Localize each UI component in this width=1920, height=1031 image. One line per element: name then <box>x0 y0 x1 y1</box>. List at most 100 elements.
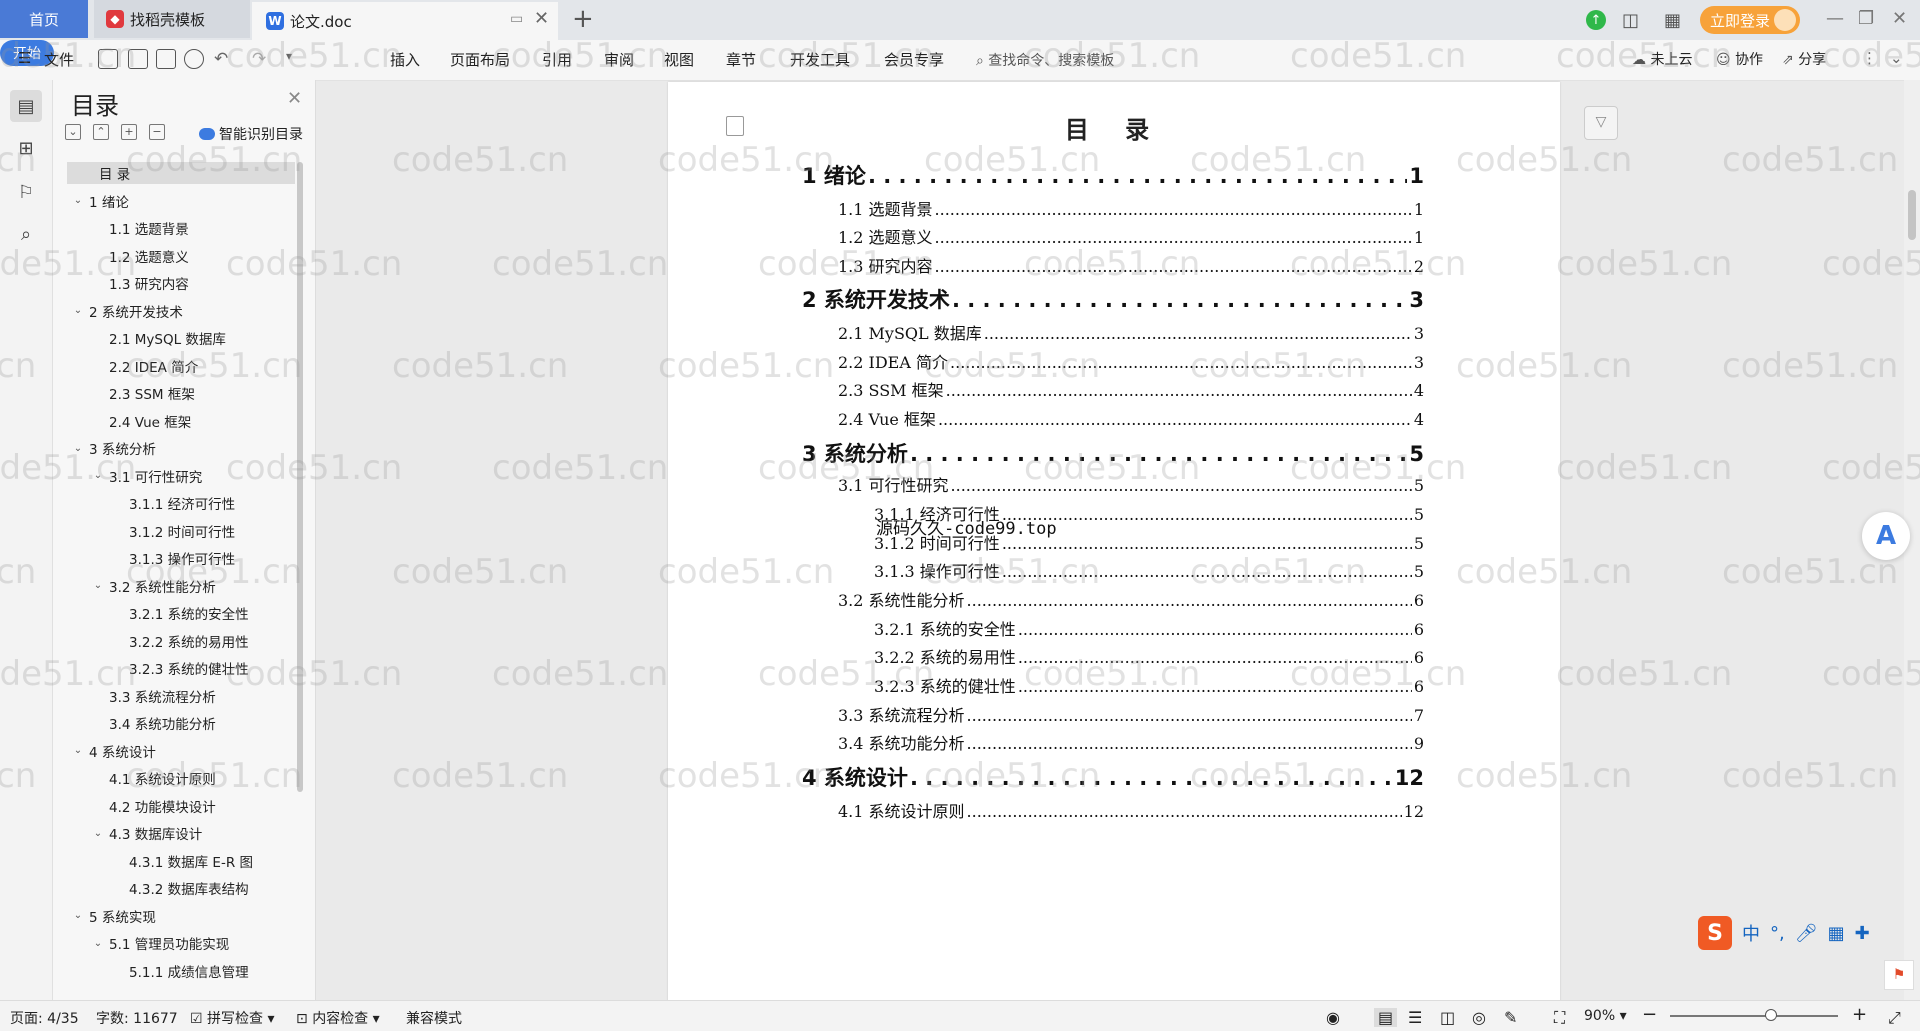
zoom-in-icon[interactable]: + <box>1852 1004 1867 1025</box>
sogou-icon[interactable]: S <box>1698 916 1732 950</box>
toc-entry[interactable]: 1.3 研究内容 2 <box>838 253 1424 277</box>
toc-item[interactable]: 4.2 功能模块设计 <box>67 795 295 817</box>
remove-heading-icon[interactable]: − <box>149 124 165 140</box>
reading-view-icon[interactable]: ◫ <box>1440 1008 1455 1027</box>
punctuation-icon[interactable]: °, <box>1770 923 1785 944</box>
toc-item[interactable]: 4.3.2 数据库表结构 <box>67 877 295 899</box>
toc-item[interactable]: 4.1 系统设计原则 <box>67 767 295 789</box>
toc-entry[interactable]: 3.2.1 系统的安全性 6 <box>874 616 1424 640</box>
toc-item[interactable]: ⌄ 2 系统开发技术 <box>67 300 295 322</box>
close-tab-icon[interactable]: ✕ <box>534 8 549 29</box>
ai-assistant-button[interactable]: A <box>1862 512 1910 560</box>
toc-item[interactable]: 1.3 研究内容 <box>67 272 295 294</box>
toc-entry[interactable]: 3.3 系统流程分析 7 <box>838 702 1424 726</box>
scroll-thumb[interactable] <box>1908 190 1916 240</box>
ribbon-tab-member[interactable]: 会员专享 <box>884 49 944 70</box>
document-page[interactable]: 目 录 1 绪论 1 1.1 选题背景 1 1.2 选题意义 1 1.3 研究内容 2 2 系统… <box>668 82 1560 1002</box>
toc-entry[interactable]: 4 系统设计 12 <box>802 762 1424 792</box>
toc-item[interactable]: 1.1 选题背景 <box>67 217 295 239</box>
toc-item[interactable]: ⌄ 3 系统分析 <box>67 437 295 459</box>
write-mode-icon[interactable]: ✎ <box>1504 1008 1517 1027</box>
content-check[interactable]: ⊡ 内容检查 ▾ <box>296 1008 380 1028</box>
toc-item[interactable]: 3.3 系统流程分析 <box>67 685 295 707</box>
tab-template[interactable]: ◆ 找稻壳模板 <box>94 0 250 38</box>
ribbon-tab-chapter[interactable]: 章节 <box>726 49 756 70</box>
eye-protection-icon[interactable]: ◉ <box>1326 1008 1340 1027</box>
toc-item[interactable]: ⌄ 4.3 数据库设计 <box>67 822 295 844</box>
customize-icon[interactable]: ▾ <box>286 49 292 63</box>
undo-icon[interactable]: ↶ <box>214 49 228 69</box>
toc-item[interactable]: 3.1.1 经济可行性 <box>67 492 295 514</box>
web-view-icon[interactable]: ◎ <box>1472 1008 1486 1027</box>
login-button[interactable]: 立即登录 <box>1700 6 1800 34</box>
chevron-down-icon[interactable]: ⌄ <box>93 470 103 481</box>
toc-entry[interactable]: 2.4 Vue 框架 4 <box>838 406 1424 430</box>
toc-item[interactable]: 2.2 IDEA 简介 <box>67 355 295 377</box>
toc-item[interactable]: ⌄ 5.1 管理员功能实现 <box>67 932 295 954</box>
toc-item[interactable]: 1.2 选题意义 <box>67 245 295 267</box>
toc-entry[interactable]: 2.2 IDEA 简介 3 <box>838 349 1424 373</box>
word-count[interactable]: 字数: 11677 <box>96 1008 178 1028</box>
chevron-down-icon[interactable]: ⌄ <box>73 195 83 206</box>
toc-entry[interactable]: 3.1 可行性研究 5 <box>838 472 1424 496</box>
command-search[interactable]: ⌕ 查找命令、搜索模板 <box>976 50 1114 70</box>
toc-entry[interactable]: 1.1 选题背景 1 <box>838 196 1424 220</box>
export-icon[interactable] <box>128 49 148 69</box>
toc-item[interactable]: 5.1.1 成绩信息管理 <box>67 960 295 982</box>
toc-entry[interactable]: 2.1 MySQL 数据库 3 <box>838 320 1424 344</box>
toc-item[interactable]: 3.2.3 系统的健壮性 <box>67 657 295 679</box>
ime-mode[interactable]: 中 <box>1742 920 1760 946</box>
zoom-slider[interactable] <box>1670 1009 1838 1021</box>
toc-entry[interactable]: 3.1.3 操作可行性 5 <box>874 558 1424 582</box>
toc-entry[interactable]: 2.3 SSM 框架 4 <box>838 377 1424 401</box>
toc-item[interactable]: ⌄ 3.1 可行性研究 <box>67 465 295 487</box>
ribbon-tab-insert[interactable]: 插入 <box>390 49 420 70</box>
toc-entry[interactable]: 3.2.3 系统的健壮性 6 <box>874 673 1424 697</box>
toc-entry[interactable]: 3.4 系统功能分析 9 <box>838 730 1424 754</box>
mic-icon[interactable]: 🎤︎ <box>1795 923 1818 944</box>
find-icon[interactable]: ⌕ <box>14 222 38 246</box>
collapse-ribbon-icon[interactable]: ⌄ <box>1890 49 1903 67</box>
toc-scrollbar[interactable] <box>297 162 303 792</box>
preview-icon[interactable] <box>184 49 204 69</box>
zoom-slider-handle[interactable] <box>1764 1009 1777 1021</box>
ribbon-tab-review[interactable]: 审阅 <box>604 49 634 70</box>
spell-check[interactable]: ☑ 拼写检查 ▾ <box>190 1008 275 1028</box>
add-heading-icon[interactable]: + <box>121 124 137 140</box>
chevron-down-icon[interactable]: ⌄ <box>93 580 103 591</box>
expand-down-icon[interactable]: ⌄ <box>65 124 81 140</box>
ribbon-tab-devtools[interactable]: 开发工具 <box>790 49 850 70</box>
restore-icon[interactable]: ❐ <box>1858 8 1874 29</box>
toc-item[interactable]: 2.4 Vue 框架 <box>67 410 295 432</box>
page-view-icon[interactable]: ▤ <box>1374 1008 1398 1027</box>
chevron-down-icon[interactable]: ⌄ <box>93 828 103 839</box>
close-window-icon[interactable]: ✕ <box>1892 8 1907 29</box>
minimize-icon[interactable]: — <box>1826 8 1844 29</box>
toc-item[interactable]: 3.4 系统功能分析 <box>67 712 295 734</box>
toc-entry[interactable]: 2 系统开发技术 3 <box>802 284 1424 314</box>
chevron-down-icon[interactable]: ⌄ <box>73 745 83 756</box>
toc-entry[interactable]: 1 绪论 1 <box>802 160 1424 190</box>
toc-entry[interactable]: 3 系统分析 5 <box>802 438 1424 468</box>
file-menu[interactable]: 文件 <box>44 49 74 70</box>
tab-home[interactable]: 首页 <box>0 0 88 38</box>
toc-item[interactable]: 2.1 MySQL 数据库 <box>67 327 295 349</box>
cloud-status[interactable]: ☁ 未上云 <box>1632 49 1692 69</box>
ribbon-tab-view[interactable]: 视图 <box>664 49 694 70</box>
fullscreen-icon[interactable]: ⤢ <box>1888 1008 1901 1028</box>
fit-page-icon[interactable]: ⛶ <box>1554 1008 1565 1028</box>
ribbon-tab-layout[interactable]: 页面布局 <box>450 49 510 70</box>
chapter-icon[interactable]: ⊞ <box>14 136 38 160</box>
toc-entry[interactable]: 1.2 选题意义 1 <box>838 224 1424 248</box>
bookmark-icon[interactable]: ⚐ <box>14 180 38 204</box>
skin-icon[interactable]: ✚ <box>1855 923 1870 944</box>
toc-item[interactable]: ⌄ 3.2 系统性能分析 <box>67 575 295 597</box>
save-icon[interactable] <box>98 49 118 69</box>
tab-document[interactable]: W 论文.doc ▭ ✕ <box>252 2 558 40</box>
page-count[interactable]: 页面: 4/35 <box>10 1008 79 1028</box>
feedback-icon[interactable]: ⚑ <box>1884 960 1914 990</box>
chevron-down-icon[interactable]: ⌄ <box>73 305 83 316</box>
print-icon[interactable] <box>156 49 176 69</box>
layout-icon[interactable]: ◫ <box>1622 6 1639 34</box>
toc-entry[interactable]: 3.2.2 系统的易用性 6 <box>874 644 1424 668</box>
